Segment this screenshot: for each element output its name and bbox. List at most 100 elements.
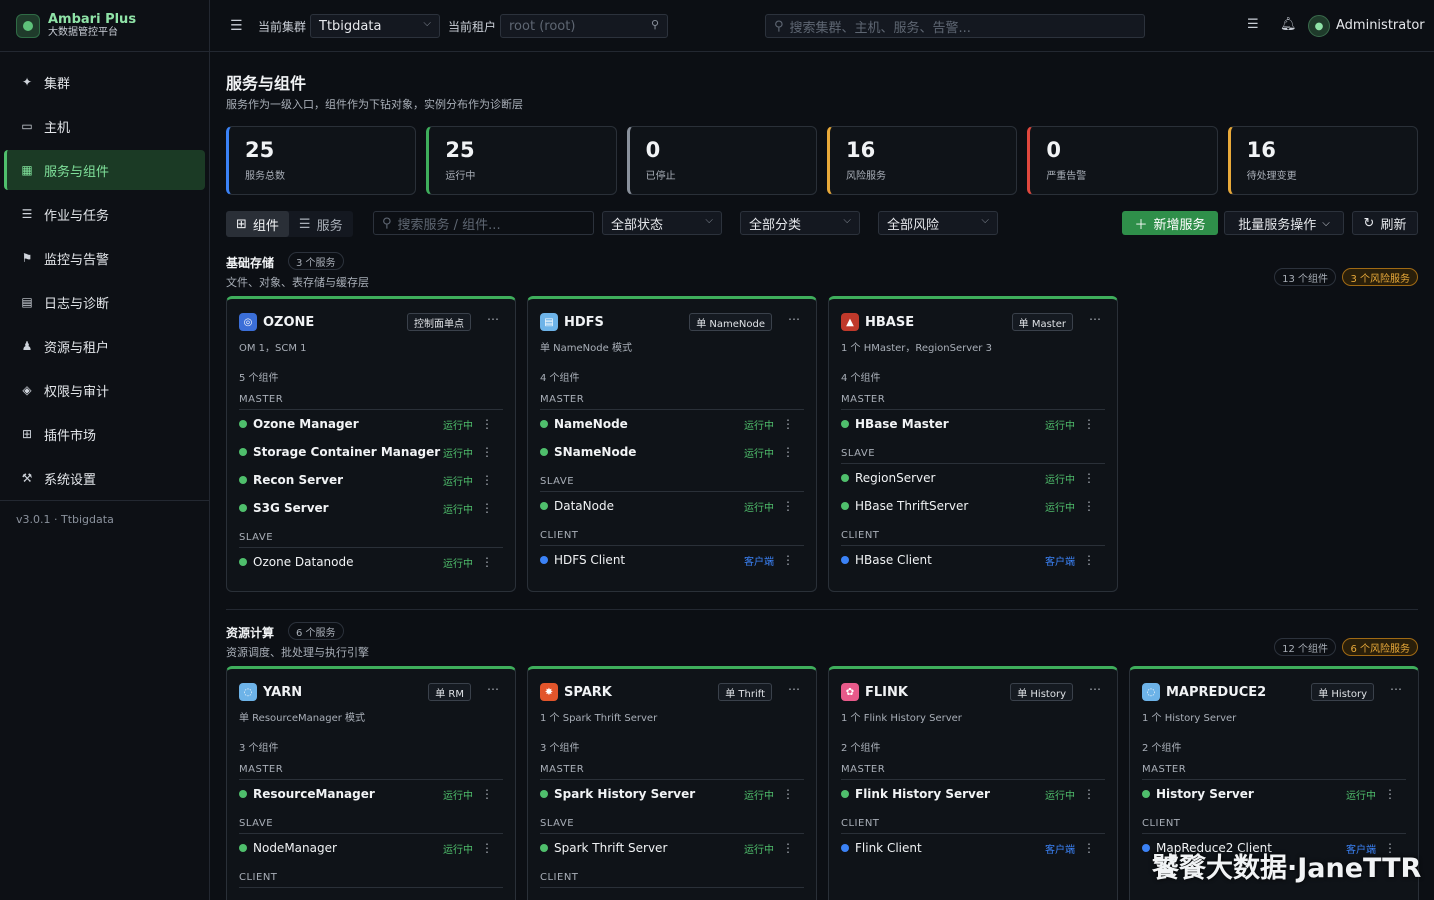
kebab-icon[interactable]: ⋮ bbox=[481, 417, 493, 431]
status-filter[interactable]: 全部状态 ⌵ bbox=[602, 211, 722, 235]
component-name[interactable]: HBase Master bbox=[855, 417, 949, 431]
component-name[interactable]: HBase Client bbox=[855, 553, 932, 567]
component-name[interactable]: Ozone Manager bbox=[253, 417, 359, 431]
more-icon[interactable]: ⋯ bbox=[788, 682, 800, 696]
kebab-icon[interactable]: ⋮ bbox=[782, 417, 794, 431]
more-icon[interactable]: ⋯ bbox=[487, 682, 499, 696]
service-card-ozone[interactable]: ◎ OZONE 控制面单点 ⋯ OM 1，SCM 15 个组件 MASTER Ozone M… bbox=[226, 296, 516, 592]
bell-icon[interactable]: 🔔︎ bbox=[1280, 17, 1297, 32]
kebab-icon[interactable]: ⋮ bbox=[481, 555, 493, 569]
component-row[interactable]: Flink Client 客户端 ⋮ bbox=[841, 834, 1105, 862]
kebab-icon[interactable]: ⋮ bbox=[481, 787, 493, 801]
sidebar-item-6[interactable]: ♟ 资源与租户 bbox=[4, 326, 205, 366]
kebab-icon[interactable]: ⋮ bbox=[782, 787, 794, 801]
component-row[interactable]: HDFS Client 客户端 ⋮ bbox=[540, 546, 804, 574]
service-card-spark[interactable]: ✸ SPARK 单 Thrift ⋯ 1 个 Spark Thrift Server 3 … bbox=[527, 666, 817, 900]
avatar[interactable]: ● bbox=[1308, 15, 1330, 37]
component-row[interactable]: Storage Container Manager 运行中 ⋮ bbox=[239, 438, 503, 466]
service-card-hbase[interactable]: ▲ HBASE 单 Master ⋯ 1 个 HMaster，RegionServer … bbox=[828, 296, 1118, 592]
component-name[interactable]: Flink History Server bbox=[855, 787, 990, 801]
service-search-input[interactable]: ⚲ 搜索服务 / 组件... bbox=[373, 211, 594, 235]
component-name[interactable]: NodeManager bbox=[253, 841, 337, 855]
component-name[interactable]: Recon Server bbox=[253, 473, 343, 487]
stat-card[interactable]: 16 风险服务 bbox=[826, 126, 1018, 195]
sidebar-item-5[interactable]: ▤ 日志与诊断 bbox=[4, 282, 205, 322]
component-row[interactable]: Ozone Datanode 运行中 ⋮ bbox=[239, 548, 503, 576]
more-icon[interactable]: ⋯ bbox=[1089, 312, 1101, 326]
stat-card[interactable]: 25 服务总数 bbox=[226, 126, 417, 195]
more-icon[interactable]: ⋯ bbox=[487, 312, 499, 326]
risk-count-pill[interactable]: 3 个风险服务 bbox=[1342, 268, 1418, 286]
stat-card[interactable]: 16 待处理变更 bbox=[1227, 126, 1418, 195]
menu-toggle-icon[interactable]: ☰ bbox=[230, 18, 243, 34]
global-search-input[interactable]: ⚲ 搜索集群、主机、服务、告警... bbox=[765, 14, 1145, 38]
risk-filter[interactable]: 全部风险 ⌵ bbox=[878, 211, 998, 235]
stat-card[interactable]: 25 运行中 bbox=[426, 126, 617, 195]
more-icon[interactable]: ⋯ bbox=[1089, 682, 1101, 696]
sidebar-item-3[interactable]: ☰ 作业与任务 bbox=[4, 194, 205, 234]
component-row[interactable]: NodeManager 运行中 ⋮ bbox=[239, 834, 503, 862]
sidebar-item-7[interactable]: ◈ 权限与审计 bbox=[4, 370, 205, 410]
component-row[interactable]: Spark Thrift Server 运行中 ⋮ bbox=[540, 834, 804, 862]
component-name[interactable]: HDFS Client bbox=[554, 553, 625, 567]
component-name[interactable]: Spark History Server bbox=[554, 787, 695, 801]
kebab-icon[interactable]: ⋮ bbox=[1384, 787, 1396, 801]
component-row[interactable]: HBase Client 客户端 ⋮ bbox=[841, 546, 1105, 574]
stat-card[interactable]: 0 已停止 bbox=[626, 126, 817, 195]
component-name[interactable]: SNameNode bbox=[554, 445, 636, 459]
component-name[interactable]: Flink Client bbox=[855, 841, 922, 855]
view-components-button[interactable]: ⊞ 组件 bbox=[226, 211, 289, 237]
sidebar-item-0[interactable]: ✦ 集群 bbox=[4, 62, 205, 102]
sidebar-item-2[interactable]: ▦ 服务与组件 bbox=[4, 150, 205, 190]
kebab-icon[interactable]: ⋮ bbox=[1083, 553, 1095, 567]
more-icon[interactable]: ⋯ bbox=[788, 312, 800, 326]
component-row[interactable]: S3G Server 运行中 ⋮ bbox=[239, 494, 503, 522]
kebab-icon[interactable]: ⋮ bbox=[782, 445, 794, 459]
kebab-icon[interactable]: ⋮ bbox=[481, 445, 493, 459]
kebab-icon[interactable]: ⋮ bbox=[782, 553, 794, 567]
component-name[interactable]: ResourceManager bbox=[253, 787, 375, 801]
component-row[interactable]: History Server 运行中 ⋮ bbox=[1142, 780, 1406, 808]
sidebar-item-1[interactable]: ▭ 主机 bbox=[4, 106, 205, 146]
risk-count-pill[interactable]: 6 个风险服务 bbox=[1342, 638, 1418, 656]
component-row[interactable]: Ozone Manager 运行中 ⋮ bbox=[239, 410, 503, 438]
component-row[interactable]: Spark History Server 运行中 ⋮ bbox=[540, 780, 804, 808]
kebab-icon[interactable]: ⋮ bbox=[1083, 499, 1095, 513]
component-row[interactable]: HBase ThriftServer 运行中 ⋮ bbox=[841, 492, 1105, 520]
kebab-icon[interactable]: ⋮ bbox=[481, 473, 493, 487]
tasks-list-icon[interactable]: ☰ bbox=[1247, 17, 1259, 32]
view-services-button[interactable]: ☰ 服务 bbox=[289, 211, 353, 237]
component-name[interactable]: Spark Thrift Server bbox=[554, 841, 667, 855]
component-name[interactable]: RegionServer bbox=[855, 471, 935, 485]
kebab-icon[interactable]: ⋮ bbox=[1083, 471, 1095, 485]
component-row[interactable]: HBase Master 运行中 ⋮ bbox=[841, 410, 1105, 438]
user-name[interactable]: Administrator bbox=[1336, 18, 1425, 33]
component-name[interactable]: NameNode bbox=[554, 417, 628, 431]
kebab-icon[interactable]: ⋮ bbox=[481, 841, 493, 855]
kebab-icon[interactable]: ⋮ bbox=[782, 841, 794, 855]
service-card-yarn[interactable]: ◌ YARN 单 RM ⋯ 单 ResourceManager 模式 3 个组件 MASTE… bbox=[226, 666, 516, 900]
component-row[interactable]: RegionServer 运行中 ⋮ bbox=[841, 464, 1105, 492]
category-filter[interactable]: 全部分类 ⌵ bbox=[740, 211, 860, 235]
component-row[interactable]: NameNode 运行中 ⋮ bbox=[540, 410, 804, 438]
component-row[interactable]: ResourceManager 运行中 ⋮ bbox=[239, 780, 503, 808]
component-name[interactable]: HBase ThriftServer bbox=[855, 499, 968, 513]
component-name[interactable]: S3G Server bbox=[253, 501, 329, 515]
component-name[interactable]: History Server bbox=[1156, 787, 1254, 801]
sidebar-item-8[interactable]: ⊞ 插件市场 bbox=[4, 414, 205, 454]
kebab-icon[interactable]: ⋮ bbox=[1083, 787, 1095, 801]
more-icon[interactable]: ⋯ bbox=[1390, 682, 1402, 696]
component-name[interactable]: Ozone Datanode bbox=[253, 555, 354, 569]
kebab-icon[interactable]: ⋮ bbox=[782, 499, 794, 513]
component-row[interactable]: DataNode 运行中 ⋮ bbox=[540, 492, 804, 520]
component-name[interactable]: Storage Container Manager bbox=[253, 445, 440, 459]
component-row[interactable]: Flink History Server 运行中 ⋮ bbox=[841, 780, 1105, 808]
kebab-icon[interactable]: ⋮ bbox=[1083, 841, 1095, 855]
cluster-select[interactable]: Ttbigdata ⌵ bbox=[310, 14, 440, 38]
refresh-button[interactable]: ↻ 刷新 bbox=[1352, 211, 1418, 235]
component-row[interactable]: Recon Server 运行中 ⋮ bbox=[239, 466, 503, 494]
component-row[interactable]: SNameNode 运行中 ⋮ bbox=[540, 438, 804, 466]
stat-card[interactable]: 0 严重告警 bbox=[1027, 126, 1218, 195]
batch-operations-button[interactable]: 批量服务操作 ⌵ bbox=[1224, 211, 1344, 235]
service-card-hdfs[interactable]: ▤ HDFS 单 NameNode ⋯ 单 NameNode 模式 4 个组件 MASTER… bbox=[527, 296, 817, 592]
